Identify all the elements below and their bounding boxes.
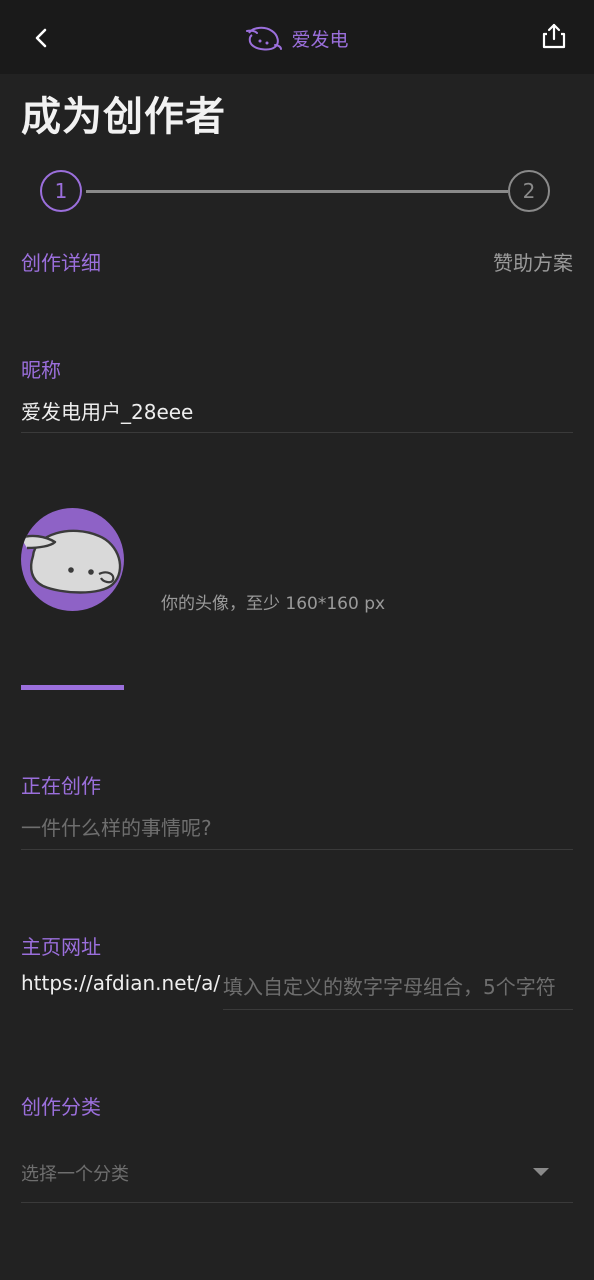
dropdown-caret-icon (533, 1168, 549, 1176)
brand-logo-icon (246, 26, 283, 51)
nickname-input[interactable]: 爱发电用户_28eee (21, 396, 573, 425)
category-label: 创作分类 (21, 1095, 101, 1119)
avatar-upload[interactable] (21, 508, 124, 611)
avatar-mascot-icon (21, 529, 122, 594)
category-placeholder: 选择一个分类 (21, 1164, 129, 1185)
category-select[interactable]: 选择一个分类 (21, 1150, 573, 1196)
brand-name: 爱发电 (291, 28, 349, 51)
avatar-hint: 你的头像，至少 160*160 px (161, 594, 386, 614)
creating-input[interactable]: 一件什么样的事情呢? (21, 812, 573, 841)
step-2-label[interactable]: 赞助方案 (493, 247, 573, 276)
nickname-label: 昵称 (21, 358, 61, 382)
step-1-indicator[interactable]: 1 (40, 170, 82, 212)
page-title: 成为创作者 (21, 94, 226, 140)
category-underline (21, 1202, 573, 1203)
nickname-underline (21, 432, 573, 433)
step-1-label[interactable]: 创作详细 (21, 247, 101, 276)
homepage-prefix: https://afdian.net/a/ (21, 971, 221, 995)
homepage-input[interactable]: 填入自定义的数字字母组合，5个字符 (223, 971, 573, 1000)
step-2-indicator[interactable]: 2 (508, 170, 550, 212)
homepage-label: 主页网址 (21, 935, 101, 959)
creating-label: 正在创作 (21, 774, 101, 798)
brand: 爱发电 (0, 20, 594, 56)
top-bar: 爱发电 (0, 0, 594, 74)
share-icon (542, 23, 566, 49)
avatar-indicator-bar (21, 685, 124, 690)
homepage-underline (223, 1009, 573, 1010)
creating-underline (21, 849, 573, 850)
share-button[interactable] (534, 16, 574, 56)
stepper-line (86, 190, 508, 193)
